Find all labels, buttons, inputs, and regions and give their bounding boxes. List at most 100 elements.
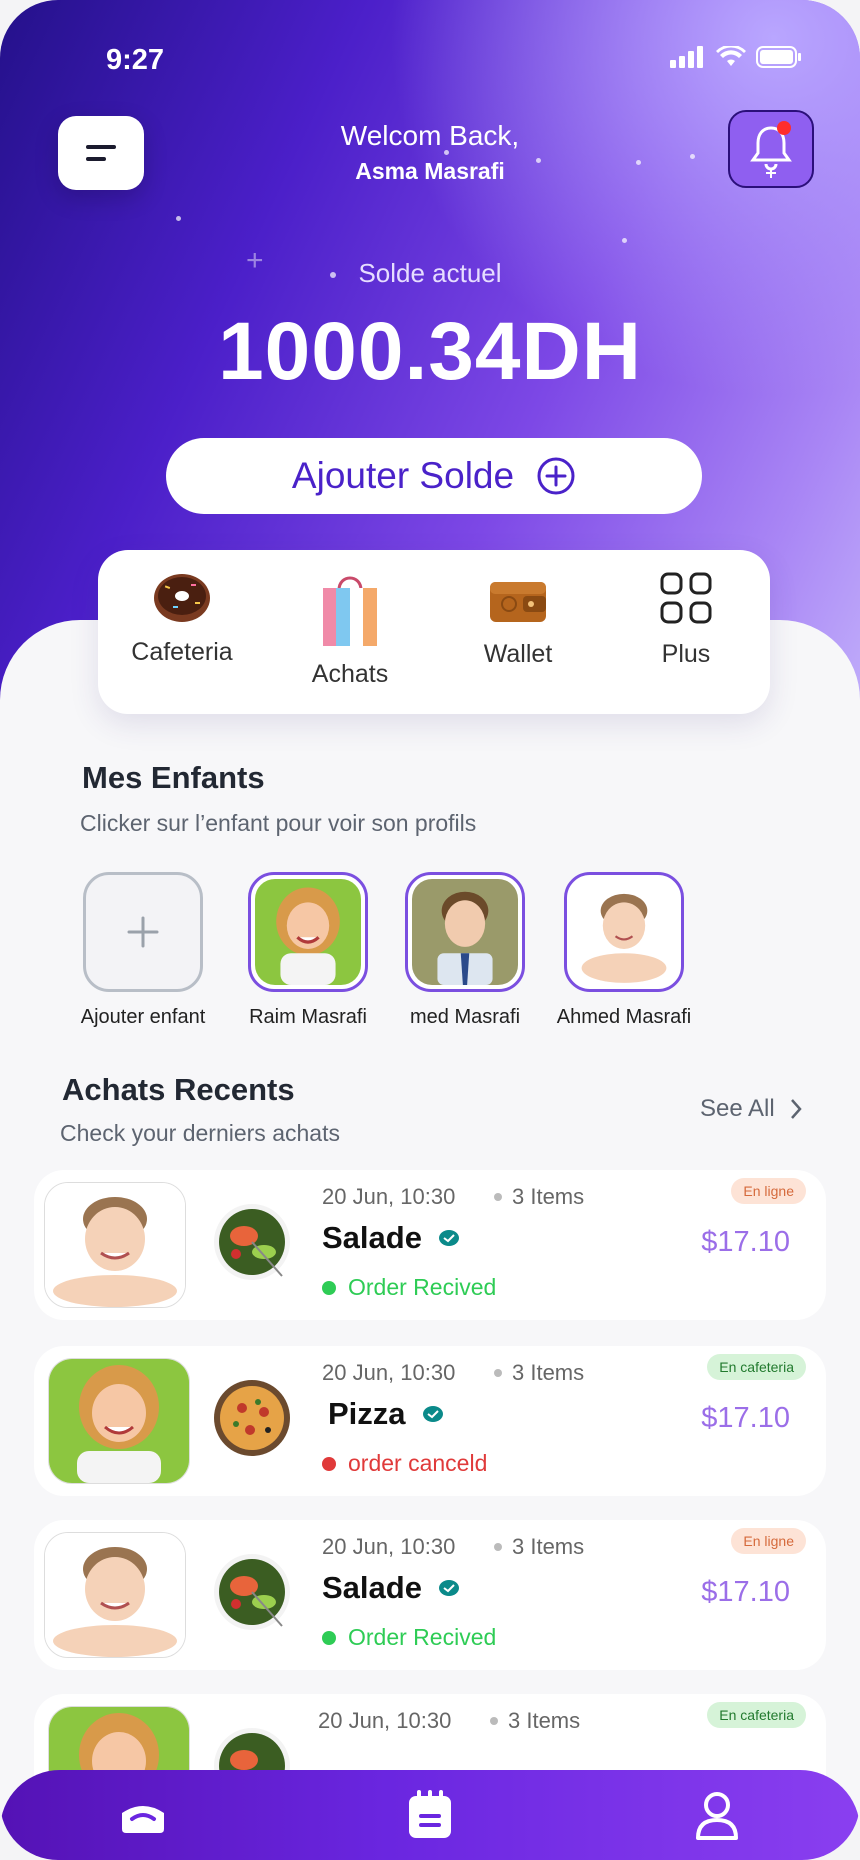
order-child-photo xyxy=(48,1358,190,1484)
status-dot xyxy=(322,1630,336,1645)
menu-icon xyxy=(86,145,116,161)
food-name: Salade xyxy=(322,1220,422,1255)
salad-bowl-icon xyxy=(214,1204,290,1280)
salad-bowl-icon xyxy=(214,1554,290,1630)
boy-portrait-icon xyxy=(412,879,518,985)
order-card[interactable]: 20 Jun, 10:30 3 Items Pizza order cancel… xyxy=(34,1346,826,1496)
child-avatar xyxy=(248,872,368,992)
add-child-tile xyxy=(83,872,203,992)
order-items: 3 Items xyxy=(490,1708,580,1734)
shopping-bag-icon xyxy=(323,576,377,646)
child-name: med Masrafi xyxy=(409,1006,521,1028)
sparkle xyxy=(176,216,181,221)
quick-actions: Cafeteria Achats Wallet Plus xyxy=(98,550,770,714)
app-screen: + 9:27 Welcom Back, Asma Masrafi Solde a… xyxy=(0,0,860,1860)
signal-icon xyxy=(670,46,703,68)
calendar-icon xyxy=(408,1790,451,1838)
order-items-count: 3 Items xyxy=(512,1360,585,1385)
see-all-label: See All xyxy=(700,1095,775,1122)
verified-icon xyxy=(422,1406,443,1422)
add-child-label: Ajouter enfant xyxy=(80,1006,206,1028)
order-food-name: Salade xyxy=(322,1570,460,1606)
quick-action-label: Cafeteria xyxy=(131,638,233,666)
status-dot xyxy=(322,1456,336,1471)
order-child-photo xyxy=(44,1182,186,1308)
boy-portrait-icon xyxy=(45,1183,185,1307)
grid-icon xyxy=(660,572,712,624)
order-status: Order Recived xyxy=(322,1624,496,1651)
order-items: 3 Items xyxy=(494,1360,584,1386)
order-channel-badge: En cafeteria xyxy=(707,1702,806,1728)
plus-circle-icon xyxy=(537,457,575,495)
girl-portrait-icon xyxy=(255,879,361,985)
quick-action-plus[interactable]: Plus xyxy=(602,550,770,714)
wallet-icon xyxy=(490,582,546,622)
quick-action-label: Wallet xyxy=(483,640,553,668)
separator-dot xyxy=(490,1717,498,1725)
child-name: Raim Masrafi xyxy=(249,1006,367,1028)
sparkle xyxy=(636,160,641,165)
order-channel-badge: En ligne xyxy=(731,1178,806,1204)
add-balance-label: Ajouter Solde xyxy=(291,455,515,496)
status-icons xyxy=(670,46,802,68)
welcome-line: Welcom Back, xyxy=(340,120,520,151)
separator-dot xyxy=(494,1543,502,1551)
recent-section-title: Achats Recents xyxy=(62,1072,295,1107)
order-status: Order Recived xyxy=(322,1274,496,1301)
nav-calendar[interactable] xyxy=(400,1785,460,1845)
order-date: 20 Jun, 10:30 xyxy=(322,1360,456,1385)
child-avatar xyxy=(564,872,684,992)
nav-profile[interactable] xyxy=(687,1785,747,1845)
status-text: order canceld xyxy=(348,1450,488,1476)
bell-icon xyxy=(750,121,792,178)
see-all-link[interactable]: See All xyxy=(700,1095,803,1123)
home-icon xyxy=(122,1806,165,1833)
girl-portrait-icon xyxy=(49,1359,189,1483)
status-time: 9:27 xyxy=(106,44,165,76)
separator-dot xyxy=(494,1193,502,1201)
children-section-title: Mes Enfants xyxy=(82,760,265,795)
balance-amount: 1000.34DH xyxy=(218,306,642,397)
child-card[interactable]: med Masrafi xyxy=(390,872,540,1029)
sparkle xyxy=(690,154,695,159)
battery-icon xyxy=(756,46,801,68)
order-items: 3 Items xyxy=(494,1184,584,1210)
boy-portrait-icon xyxy=(571,879,677,985)
food-name: Pizza xyxy=(328,1396,406,1431)
order-food-name: Pizza xyxy=(328,1396,444,1432)
order-channel-badge: En cafeteria xyxy=(707,1354,806,1380)
children-section-subtitle: Clicker sur l’enfant pour voir son profi… xyxy=(80,810,477,836)
quick-action-label: Achats xyxy=(311,660,389,688)
quick-action-label: Plus xyxy=(661,640,711,668)
order-items: 3 Items xyxy=(494,1534,584,1560)
order-price: $17.10 xyxy=(701,1226,790,1258)
order-card[interactable]: 20 Jun, 10:30 3 Items Salade Order Reciv… xyxy=(34,1520,826,1670)
order-date: 20 Jun, 10:30 xyxy=(322,1184,456,1209)
balance-label: Solde actuel xyxy=(358,258,502,288)
bottom-navigation xyxy=(0,1770,860,1860)
notification-button[interactable] xyxy=(728,110,814,188)
child-card[interactable]: Ahmed Masrafi xyxy=(549,872,699,1029)
nav-home[interactable] xyxy=(113,1785,173,1845)
child-card[interactable]: Raim Masrafi xyxy=(233,872,383,1029)
order-channel-badge: En ligne xyxy=(731,1528,806,1554)
plus-icon xyxy=(127,916,159,948)
boy-portrait-icon xyxy=(45,1533,185,1657)
verified-icon xyxy=(438,1580,459,1596)
order-price: $17.10 xyxy=(701,1576,790,1608)
recent-section-subtitle: Check your derniers achats xyxy=(60,1120,340,1146)
child-name: Ahmed Masrafi xyxy=(556,1006,692,1028)
quick-action-wallet[interactable]: Wallet xyxy=(434,550,602,714)
wifi-icon xyxy=(716,46,746,66)
menu-button[interactable] xyxy=(58,116,144,190)
order-status: order canceld xyxy=(322,1450,487,1477)
quick-action-achats[interactable]: Achats xyxy=(266,550,434,714)
donut-icon xyxy=(154,574,210,622)
order-child-photo xyxy=(44,1532,186,1658)
order-card[interactable]: 20 Jun, 10:30 3 Items Salade Order Reciv… xyxy=(34,1170,826,1320)
add-balance-button[interactable]: Ajouter Solde xyxy=(166,438,702,514)
separator-dot xyxy=(494,1369,502,1377)
quick-action-cafeteria[interactable]: Cafeteria xyxy=(98,550,266,714)
sparkle xyxy=(622,238,627,243)
add-child-button[interactable]: Ajouter enfant xyxy=(68,872,218,1029)
